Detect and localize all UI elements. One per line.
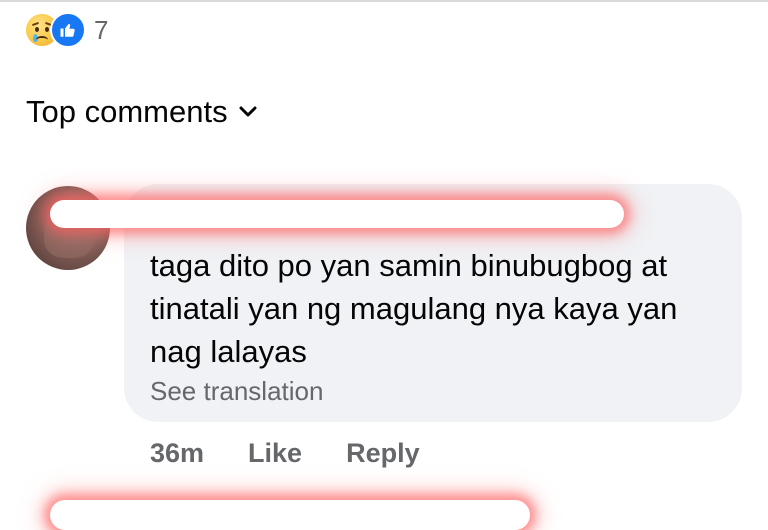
top-divider (0, 0, 768, 2)
reactions-summary[interactable]: 7 (24, 12, 108, 48)
reply-button[interactable]: Reply (346, 438, 420, 469)
comment-timestamp[interactable]: 36m (150, 438, 204, 469)
comment-sort-dropdown[interactable]: Top comments (26, 94, 260, 130)
like-reaction-icon (50, 12, 86, 48)
reaction-count: 7 (94, 14, 109, 45)
comment-actions: 36m Like Reply (150, 438, 420, 469)
like-button[interactable]: Like (248, 438, 302, 469)
avatar[interactable] (26, 186, 110, 270)
redaction-mark (50, 200, 624, 228)
see-translation-link[interactable]: See translation (150, 376, 323, 407)
comment-text: taga dito po yan samin binubugbog at tin… (150, 248, 678, 369)
comment-sort-label: Top comments (26, 94, 228, 129)
chevron-down-icon (238, 101, 260, 123)
redaction-mark (50, 500, 530, 530)
